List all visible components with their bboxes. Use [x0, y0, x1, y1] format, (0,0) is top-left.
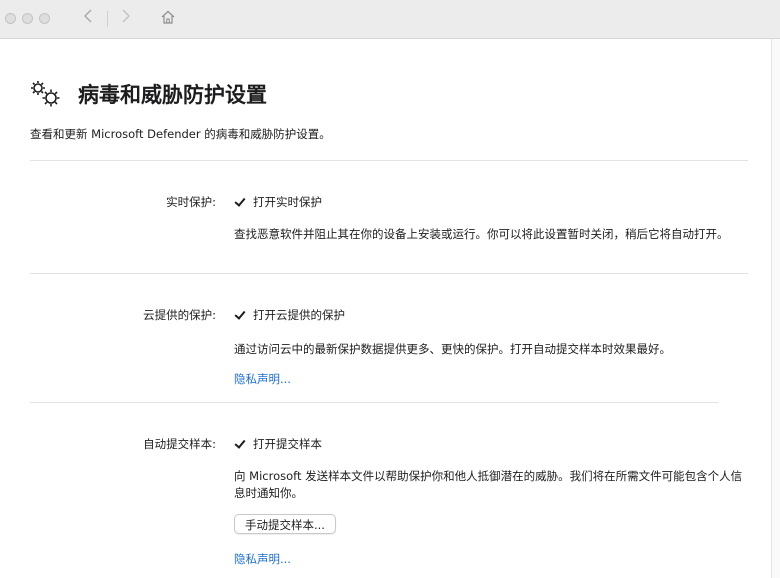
cloud-protection-checkbox[interactable]: 打开云提供的保护: [234, 307, 345, 323]
checkmark-icon: [234, 309, 246, 321]
close-window-button[interactable]: [5, 13, 16, 24]
window-titlebar: [0, 0, 780, 39]
manual-submit-sample-button[interactable]: 手动提交样本...: [234, 514, 336, 534]
minimize-window-button[interactable]: [22, 13, 33, 24]
realtime-protection-description: 查找恶意软件并阻止其在你的设备上安装或运行。你可以将此设置暂时关闭，稍后它将自动…: [234, 227, 729, 241]
sample-submission-description: 向 Microsoft 发送样本文件以帮助保护你和他人抵御潜在的威胁。我们将在所…: [234, 469, 743, 500]
page-title: 病毒和威胁防护设置: [78, 83, 267, 107]
realtime-protection-checkbox-label: 打开实时保护: [253, 195, 322, 209]
checkmark-icon: [234, 438, 246, 450]
forward-button[interactable]: [121, 8, 131, 29]
cloud-protection-checkbox-label: 打开云提供的保护: [253, 308, 345, 322]
sample-submission-checkbox-label: 打开提交样本: [253, 437, 322, 451]
privacy-statement-link[interactable]: 隐私声明...: [234, 371, 291, 387]
realtime-protection-checkbox[interactable]: 打开实时保护: [234, 194, 322, 210]
cloud-protection-label: 云提供的保护:: [143, 308, 216, 322]
back-button[interactable]: [83, 8, 93, 29]
privacy-statement-link[interactable]: 隐私声明...: [234, 551, 291, 567]
section-divider: [30, 402, 718, 403]
cloud-protection-description: 通过访问云中的最新保护数据提供更多、更快的保护。打开自动提交样本时效果最好。: [234, 342, 671, 356]
chevron-right-icon: [122, 9, 130, 23]
home-icon: [161, 10, 175, 24]
nav-divider: [107, 11, 108, 27]
gears-icon: [29, 79, 63, 113]
vertical-scrollbar[interactable]: [771, 39, 780, 578]
settings-content: 病毒和威胁防护设置 查看和更新 Microsoft Defender 的病毒和威…: [0, 39, 772, 578]
realtime-protection-label: 实时保护:: [166, 195, 216, 209]
section-divider: [30, 273, 748, 274]
checkmark-icon: [234, 196, 246, 208]
sample-submission-checkbox[interactable]: 打开提交样本: [234, 436, 322, 452]
zoom-window-button[interactable]: [39, 13, 50, 24]
section-divider: [30, 160, 748, 161]
home-button[interactable]: [160, 9, 176, 30]
page-description: 查看和更新 Microsoft Defender 的病毒和威胁防护设置。: [30, 127, 331, 141]
chevron-left-icon: [84, 9, 92, 23]
sample-submission-label: 自动提交样本:: [143, 437, 216, 451]
